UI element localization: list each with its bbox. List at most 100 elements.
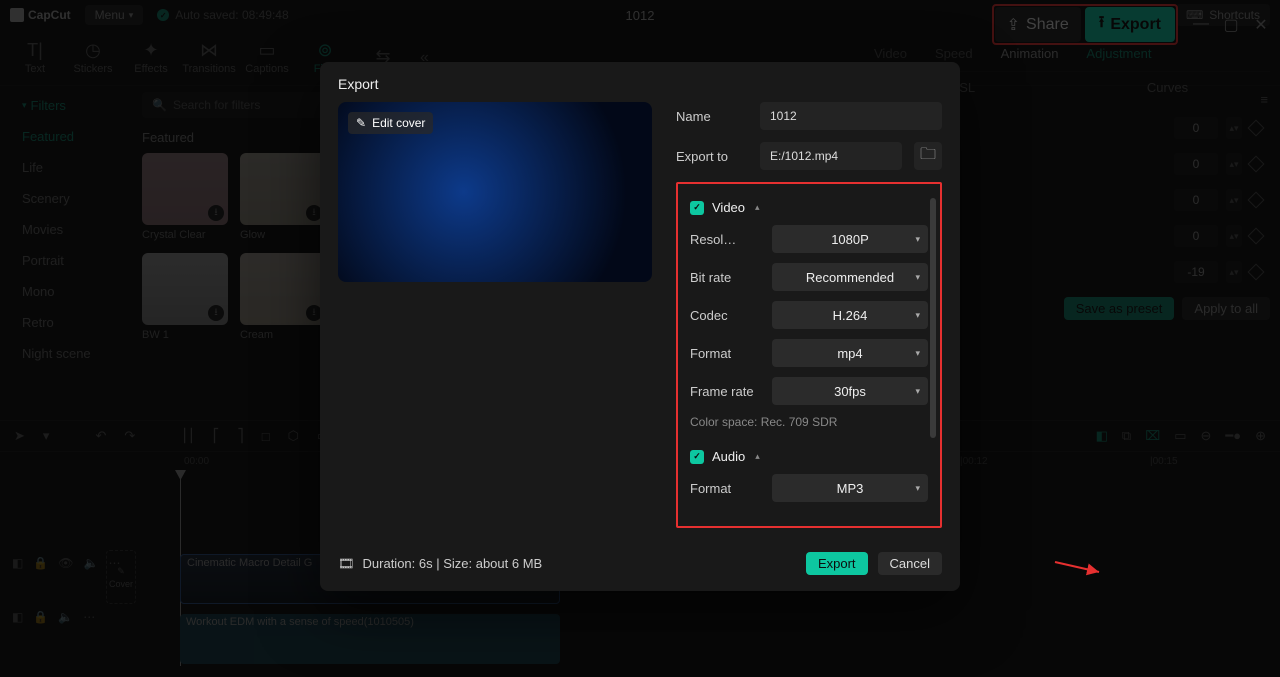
filter-category[interactable]: Mono [0,276,130,307]
close-icon[interactable]: ✕ [1252,15,1270,35]
mute-icon[interactable]: 🔈 [84,556,99,570]
minimize-icon[interactable]: — [1192,15,1210,35]
maximize-icon[interactable]: ▢ [1222,15,1240,35]
tool-icon: ▭ [258,40,275,61]
undo-icon[interactable]: ↶ [95,428,106,444]
chevron-down-icon: ▾ [915,272,920,283]
export-confirm-button[interactable]: Export [806,552,868,575]
adjust-icon[interactable]: ◧ [12,610,23,624]
stepper-icon[interactable]: ▴▾ [1226,189,1242,211]
audio-clip[interactable]: Workout EDM with a sense of speed(101050… [180,614,560,664]
crop-icon[interactable]: □ [262,429,270,444]
filter-category[interactable]: Scenery [0,183,130,214]
keyframe-icon[interactable] [1248,264,1265,281]
shield-icon[interactable]: ⬡ [288,428,299,444]
chevron-down-icon[interactable]: ▾ [43,428,50,444]
format-select[interactable]: mp4▾ [772,339,928,367]
value-input[interactable]: 0 [1174,153,1218,175]
download-icon[interactable]: ⭳ [208,305,224,321]
framerate-select[interactable]: 30fps▾ [772,377,928,405]
resolution-select[interactable]: 1080P▾ [772,225,928,253]
edit-cover-button[interactable]: ✎ Edit cover [348,112,433,134]
tool-tab[interactable]: ◷Stickers [68,40,118,75]
bitrate-select[interactable]: Recommended▾ [772,263,928,291]
download-icon[interactable]: ⭳ [208,205,224,221]
trim-left-icon[interactable]: ⎡ [213,428,220,444]
mixer-icon[interactable]: ◧ [1096,428,1108,444]
video-checkbox[interactable]: ✓ [690,201,704,215]
brand: CapCut [10,8,71,22]
tool-tab[interactable]: ✦Effects [126,40,176,75]
keyframe-icon[interactable] [1248,156,1265,173]
exportto-input[interactable]: E:/1012.mp4 [760,142,902,170]
filter-category[interactable]: Life [0,152,130,183]
keyframe-icon[interactable] [1248,192,1265,209]
filter-thumb[interactable]: ⭳Glow [240,153,326,241]
stepper-icon[interactable]: ▴▾ [1226,117,1242,139]
tool-tab[interactable]: ⋈Transitions [184,40,234,75]
codec-select[interactable]: H.264▾ [772,301,928,329]
tick: |00:12 [960,456,988,467]
filter-thumb[interactable]: ⭳Crystal Clear [142,153,228,241]
zoom-out-icon[interactable]: ⊖ [1201,428,1212,444]
apply-all-button[interactable]: Apply to all [1182,297,1270,320]
audio-checkbox[interactable]: ✓ [690,450,704,464]
value-input[interactable]: 0 [1174,117,1218,139]
more-icon[interactable]: ⋯ [83,610,95,624]
export-button-top[interactable]: ⭱ Export [1085,7,1175,42]
trim-right-icon[interactable]: ⎤ [237,428,244,444]
name-input[interactable]: 1012 [760,102,942,130]
audio-format-select[interactable]: MP3▾ [772,474,928,502]
share-export-group: ⇪ Share ⭱ Export [992,4,1178,45]
stepper-icon[interactable]: ▴▾ [1226,225,1242,247]
filters-heading[interactable]: ▾ Filters [0,90,130,121]
mute-icon[interactable]: 🔈 [58,610,73,624]
filter-thumb[interactable]: ⭳BW 1 [142,253,228,341]
lock-icon[interactable]: 🔒 [33,610,48,624]
adjust-icon[interactable]: ◧ [12,556,23,570]
filter-category[interactable]: Retro [0,307,130,338]
stepper-icon[interactable]: ▴▾ [1226,261,1242,283]
tool-label: Effects [134,63,167,75]
search-placeholder: Search for filters [173,98,260,112]
stepper-icon[interactable]: ▴▾ [1226,153,1242,175]
menu-label: Menu [95,8,125,22]
share-button[interactable]: ⇪ Share [995,7,1081,42]
pointer-icon[interactable]: ➤ [14,428,25,444]
scrollbar[interactable] [930,198,936,438]
menu-button[interactable]: Menu ▾ [85,5,144,25]
zoom-in-icon[interactable]: ⊕ [1255,428,1266,444]
duration-info: Duration: 6s | Size: about 6 MB [363,556,543,571]
keyframe-icon[interactable] [1248,120,1265,137]
cover-slot[interactable]: ✎ Cover [106,550,136,604]
cancel-button[interactable]: Cancel [878,552,942,575]
redo-icon[interactable]: ↷ [124,428,135,444]
inspector-subtab[interactable]: Curves [1065,80,1270,95]
keyframe-icon[interactable] [1248,228,1265,245]
split-icon[interactable]: ⎮⎮ [181,428,195,444]
filter-category[interactable]: Portrait [0,245,130,276]
preview-icon[interactable]: ▭ [1174,428,1186,444]
lock-icon[interactable]: 🔒 [33,556,48,570]
filter-category[interactable]: Night scene [0,338,130,369]
pencil-icon: ✎ [356,116,366,130]
filter-category[interactable]: Featured [0,121,130,152]
colorspace-note: Color space: Rec. 709 SDR [690,415,928,429]
tool-tab[interactable]: ▭Captions [242,40,292,75]
tool-icon: ⊚ [317,40,332,61]
share-icon: ⇪ [1007,15,1020,35]
filter-category[interactable]: Movies [0,214,130,245]
collapse-icon[interactable]: ▴ [755,202,760,213]
tool-tab[interactable]: T|Text [10,40,60,75]
zoom-slider[interactable]: ━● [1225,428,1241,444]
browse-folder-button[interactable]: 🗀 [914,142,942,170]
value-input[interactable]: -19 [1174,261,1218,283]
eye-icon[interactable]: 👁 [58,556,73,570]
collapse-icon[interactable]: ▴ [755,451,760,462]
link-icon[interactable]: ⧉ [1122,428,1131,444]
value-input[interactable]: 0 [1174,225,1218,247]
filter-thumb[interactable]: ⭳Cream [240,253,326,341]
save-preset-button[interactable]: Save as preset [1064,297,1175,320]
magnet-icon[interactable]: ⌧ [1145,428,1160,444]
value-input[interactable]: 0 [1174,189,1218,211]
